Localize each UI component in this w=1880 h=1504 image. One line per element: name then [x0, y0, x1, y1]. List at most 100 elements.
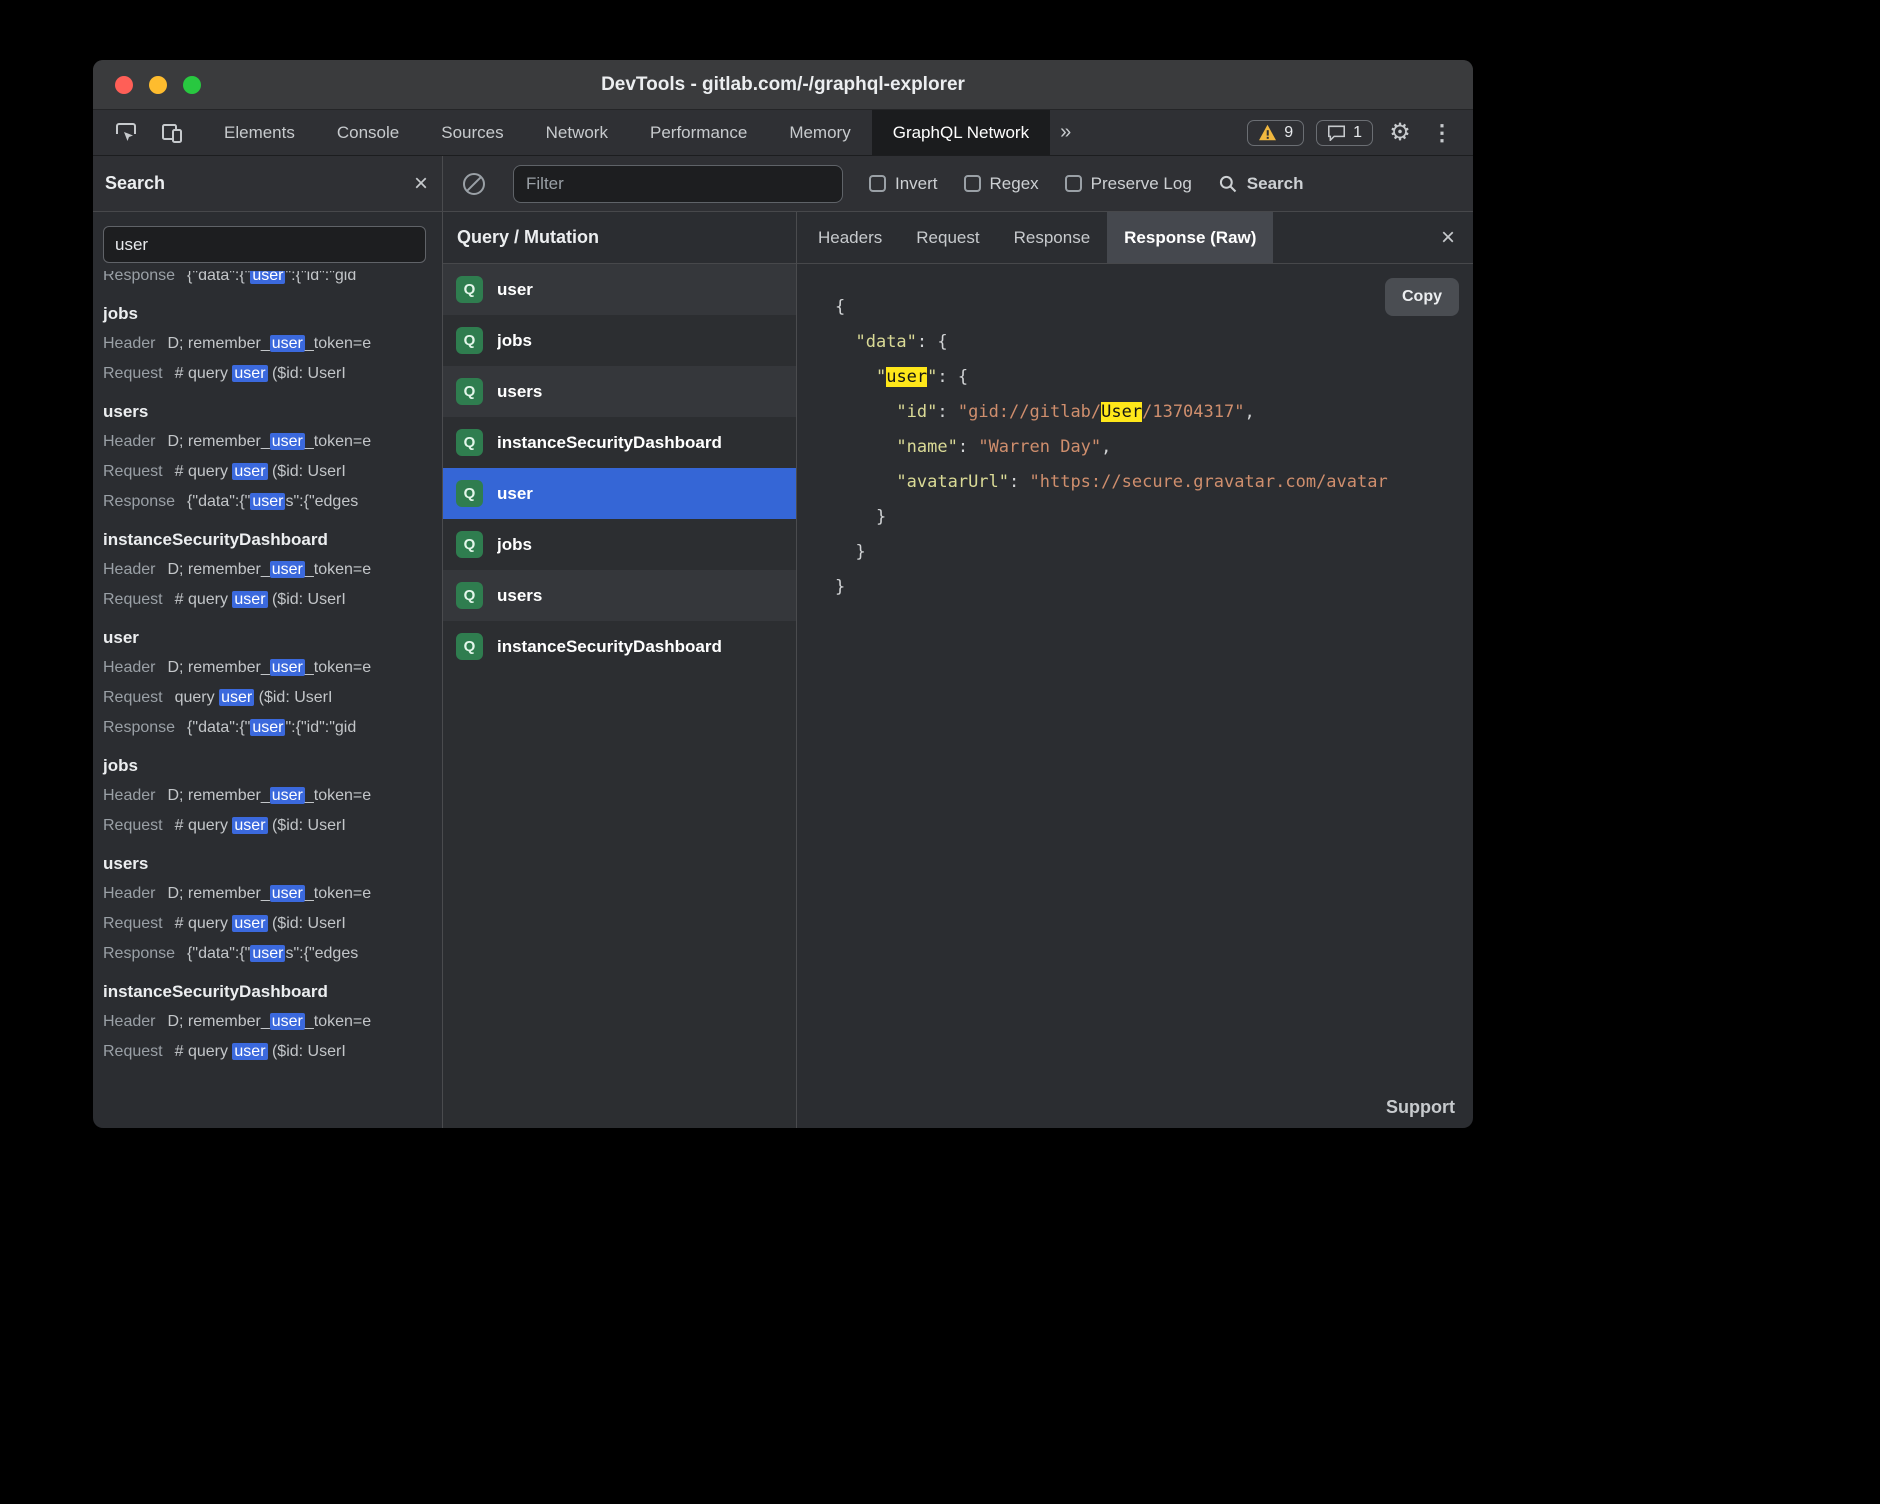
window-titlebar: DevTools - gitlab.com/-/graphql-explorer: [93, 60, 1473, 110]
search-result-line[interactable]: Request# query user ($id: UserI: [103, 811, 436, 841]
toolbar-band: Search × Invert Regex Preserve Log: [93, 156, 1473, 212]
regex-checkbox[interactable]: Regex: [964, 174, 1039, 194]
query-badge: Q: [456, 582, 483, 609]
copy-button[interactable]: Copy: [1385, 278, 1459, 316]
circle-slash-icon[interactable]: [463, 173, 485, 195]
search-input[interactable]: [103, 226, 426, 263]
code-line: }: [835, 535, 1473, 570]
warning-icon: [1258, 124, 1277, 141]
search-result-line[interactable]: HeaderD; remember_user_token=e: [103, 555, 436, 585]
close-search-panel-icon[interactable]: ×: [414, 172, 428, 196]
search-result-line[interactable]: Request# query user ($id: UserI: [103, 909, 436, 939]
query-list-item[interactable]: Q users: [443, 570, 796, 621]
filter-input[interactable]: [513, 165, 843, 203]
search-result-line[interactable]: Response{"data":{"users":{"edges: [103, 939, 436, 969]
tab-sources[interactable]: Sources: [420, 110, 524, 155]
close-response-pane-icon[interactable]: ×: [1441, 226, 1473, 250]
devtools-tabbar: Elements Console Sources Network Perform…: [93, 110, 1473, 156]
code-line: "id": "gid://gitlab/User/13704317",: [835, 395, 1473, 430]
query-list-item[interactable]: Q instanceSecurityDashboard: [443, 621, 796, 672]
search-toggle[interactable]: Search: [1218, 174, 1304, 194]
response-pane: Headers Request Response Response (Raw) …: [797, 212, 1473, 1128]
query-badge: Q: [456, 327, 483, 354]
tab-response-raw[interactable]: Response (Raw): [1107, 212, 1273, 263]
search-result-line[interactable]: Requestquery user ($id: UserI: [103, 683, 436, 713]
search-result-line[interactable]: HeaderD; remember_user_token=e: [103, 879, 436, 909]
search-result-group[interactable]: jobs: [103, 751, 436, 781]
tab-request[interactable]: Request: [899, 212, 996, 263]
search-result-group[interactable]: instanceSecurityDashboard: [103, 977, 436, 1007]
search-result-line[interactable]: HeaderD; remember_user_token=e: [103, 427, 436, 457]
invert-checkbox[interactable]: Invert: [869, 174, 938, 194]
issues-badge[interactable]: 1: [1316, 120, 1373, 146]
warnings-badge[interactable]: 9: [1247, 120, 1304, 146]
tabbar-icons: [93, 110, 203, 155]
tab-headers[interactable]: Headers: [801, 212, 899, 263]
main-area: Response{"data":{"user":{"id":"gid jobs …: [93, 212, 1473, 1128]
tab-response[interactable]: Response: [997, 212, 1108, 263]
search-result-line[interactable]: Response{"data":{"users":{"edges: [103, 487, 436, 517]
tab-console[interactable]: Console: [316, 110, 420, 155]
message-count: 1: [1353, 124, 1362, 142]
response-tabs: Headers Request Response Response (Raw) …: [797, 212, 1473, 264]
preserve-log-checkbox[interactable]: Preserve Log: [1065, 174, 1192, 194]
response-raw-content: Copy { "data": { "user": { "id": "gid://…: [797, 264, 1473, 1128]
search-result-group[interactable]: instanceSecurityDashboard: [103, 525, 436, 555]
query-list-pane: Query / Mutation Q user Q jobs Q users Q…: [443, 212, 797, 1128]
search-result-group[interactable]: user: [103, 623, 436, 653]
code-line: }: [835, 570, 1473, 605]
code-line: {: [835, 290, 1473, 325]
device-toolbar-icon[interactable]: [157, 118, 187, 148]
gear-icon[interactable]: ⚙: [1385, 118, 1415, 148]
query-badge: Q: [456, 429, 483, 456]
search-result-line[interactable]: Request# query user ($id: UserI: [103, 359, 436, 389]
magnifier-icon: [1218, 174, 1238, 194]
search-result-line[interactable]: HeaderD; remember_user_token=e: [103, 781, 436, 811]
query-list-item[interactable]: Q jobs: [443, 315, 796, 366]
search-result-group[interactable]: jobs: [103, 299, 436, 329]
tab-graphql-network[interactable]: GraphQL Network: [872, 110, 1050, 155]
network-toolbar: Invert Regex Preserve Log Search: [443, 156, 1473, 211]
query-list-item[interactable]: Q user: [443, 468, 796, 519]
tab-memory[interactable]: Memory: [768, 110, 871, 155]
code-line: "name": "Warren Day",: [835, 430, 1473, 465]
search-panel-title: Search: [105, 173, 165, 194]
more-tabs-chevron-icon[interactable]: »: [1050, 110, 1081, 155]
traffic-lights: [115, 60, 201, 109]
search-result-line[interactable]: Response{"data":{"user":{"id":"gid: [103, 713, 436, 743]
search-result-group[interactable]: users: [103, 849, 436, 879]
query-badge: Q: [456, 633, 483, 660]
code-line: }: [835, 500, 1473, 535]
query-list-item[interactable]: Q instanceSecurityDashboard: [443, 417, 796, 468]
query-badge: Q: [456, 480, 483, 507]
minimize-window-button[interactable]: [149, 76, 167, 94]
code-line: "user": {: [835, 360, 1473, 395]
query-list-item[interactable]: Q jobs: [443, 519, 796, 570]
tab-elements[interactable]: Elements: [203, 110, 316, 155]
kebab-menu-icon[interactable]: ⋮: [1427, 118, 1457, 148]
search-result-line[interactable]: Request# query user ($id: UserI: [103, 1037, 436, 1067]
search-result-line[interactable]: Request# query user ($id: UserI: [103, 585, 436, 615]
search-result-line-clipped[interactable]: Response{"data":{"user":{"id":"gid: [103, 271, 436, 291]
search-result-line[interactable]: HeaderD; remember_user_token=e: [103, 1007, 436, 1037]
message-icon: [1327, 124, 1346, 141]
search-result-group[interactable]: users: [103, 397, 436, 427]
zoom-window-button[interactable]: [183, 76, 201, 94]
search-result-line[interactable]: HeaderD; remember_user_token=e: [103, 329, 436, 359]
checkbox-box[interactable]: [964, 175, 981, 192]
checkbox-box[interactable]: [1065, 175, 1082, 192]
tab-network[interactable]: Network: [525, 110, 629, 155]
window-title: DevTools - gitlab.com/-/graphql-explorer: [601, 74, 965, 96]
query-badge: Q: [456, 531, 483, 558]
checkbox-box[interactable]: [869, 175, 886, 192]
query-list-item[interactable]: Q users: [443, 366, 796, 417]
inspect-icon[interactable]: [111, 118, 141, 148]
query-list-item[interactable]: Q user: [443, 264, 796, 315]
close-window-button[interactable]: [115, 76, 133, 94]
search-result-line[interactable]: Request# query user ($id: UserI: [103, 457, 436, 487]
support-link[interactable]: Support: [1386, 1097, 1455, 1118]
search-result-line[interactable]: HeaderD; remember_user_token=e: [103, 653, 436, 683]
code-line: "data": {: [835, 325, 1473, 360]
search-results[interactable]: Response{"data":{"user":{"id":"gid jobs …: [93, 269, 442, 1128]
tab-performance[interactable]: Performance: [629, 110, 768, 155]
